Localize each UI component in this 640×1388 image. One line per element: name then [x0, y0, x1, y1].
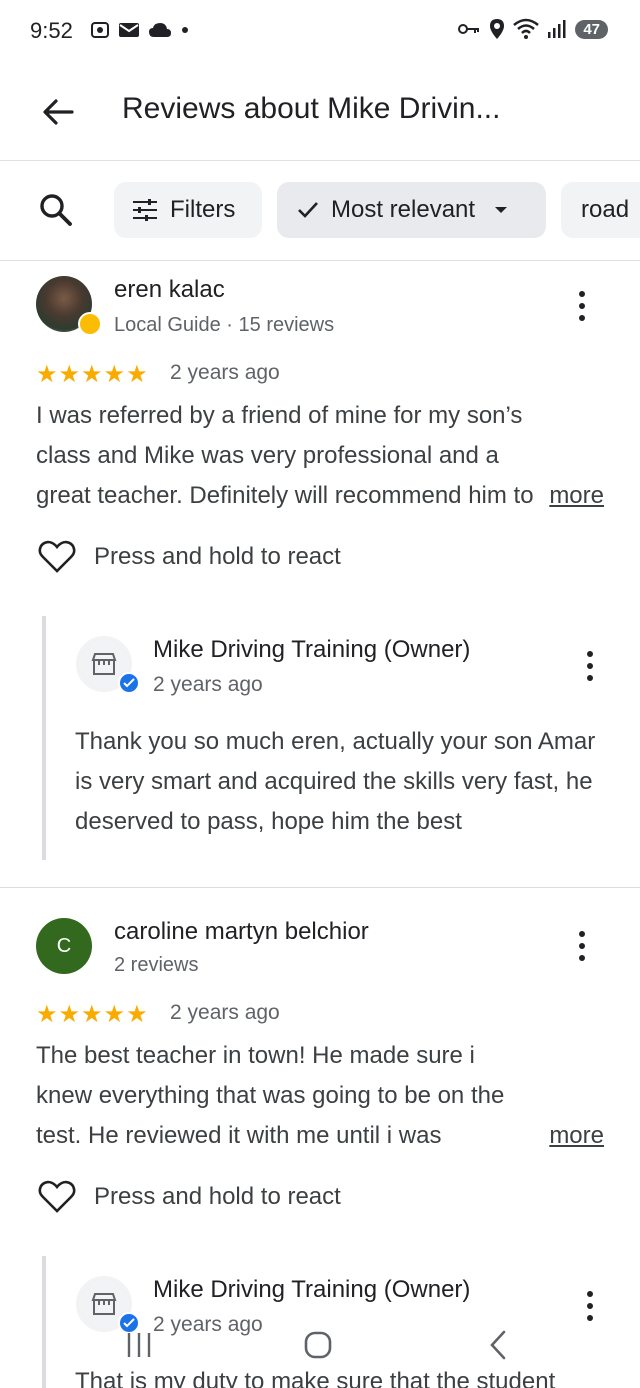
back-nav-icon[interactable] — [484, 1330, 514, 1360]
cloud-icon — [149, 23, 171, 37]
system-nav-bar — [0, 1318, 640, 1378]
react-label: Press and hold to react — [94, 543, 341, 570]
reviewer-meta: Local Guide · 15 reviews — [114, 314, 335, 336]
review-date: 2 years ago — [170, 1001, 280, 1024]
filter-row: Filters Most relevant road — [0, 162, 640, 261]
topic-label: road — [581, 196, 630, 223]
owner-reply-text: Thank you so much eren, actually your so… — [75, 728, 596, 835]
review-card: eren kalac Local Guide · 15 reviews ★★★★… — [0, 262, 640, 888]
battery-icon: 47 — [575, 19, 608, 39]
status-time: 9:52 — [30, 18, 73, 43]
heart-icon — [38, 540, 76, 573]
home-icon[interactable] — [303, 1330, 333, 1360]
back-arrow-icon[interactable] — [38, 92, 78, 132]
verified-icon — [118, 672, 140, 694]
review-card: C caroline martyn belchior 2 reviews ★★★… — [0, 888, 640, 1388]
react-button[interactable]: Press and hold to react — [38, 540, 341, 574]
filters-label: Filters — [170, 196, 236, 223]
star-rating: ★★★★★ — [36, 361, 149, 388]
search-icon[interactable] — [36, 190, 76, 230]
dot-icon — [182, 27, 188, 33]
owner-reply-bar — [42, 616, 46, 860]
review-text: The best teacher in town! He made sure i… — [36, 1042, 505, 1149]
reviewer-name[interactable]: eren kalac — [114, 276, 225, 304]
mail-icon — [119, 23, 139, 37]
more-link[interactable]: more — [549, 482, 604, 510]
reviewer-meta: 2 reviews — [114, 954, 199, 976]
signal-icon — [548, 20, 566, 38]
key-icon — [458, 24, 480, 34]
more-vert-icon[interactable] — [570, 286, 594, 326]
status-bar: 9:52 47 — [0, 0, 640, 64]
owner-reply-date: 2 years ago — [153, 673, 263, 696]
tune-icon — [133, 199, 157, 221]
storefront-icon — [91, 653, 117, 675]
chevron-down-icon — [495, 207, 508, 213]
screenshot-icon — [91, 22, 109, 38]
review-text: I was referred by a friend of mine for m… — [36, 402, 534, 509]
reviewer-name[interactable]: caroline martyn belchior — [114, 918, 369, 946]
more-vert-icon[interactable] — [570, 926, 594, 966]
more-link[interactable]: more — [549, 1122, 604, 1150]
location-icon — [490, 19, 505, 39]
owner-name: Mike Driving Training (Owner) — [153, 1276, 471, 1303]
react-button[interactable]: Press and hold to react — [38, 1180, 341, 1214]
storefront-icon — [91, 1293, 117, 1315]
app-header: Reviews about Mike Drivin... — [0, 64, 640, 161]
local-guide-badge-icon — [78, 312, 102, 336]
reviewer-avatar[interactable]: C — [36, 918, 92, 974]
sort-chip[interactable]: Most relevant — [277, 182, 546, 238]
page-title: Reviews about Mike Drivin... — [122, 92, 501, 125]
heart-icon — [38, 1180, 76, 1213]
check-icon — [298, 202, 318, 218]
sort-label: Most relevant — [331, 196, 476, 223]
wifi-icon — [513, 18, 540, 39]
topic-chip-road[interactable]: road — [561, 182, 640, 238]
react-label: Press and hold to react — [94, 1183, 341, 1210]
filters-chip[interactable]: Filters — [114, 182, 262, 238]
star-rating: ★★★★★ — [36, 1001, 149, 1028]
owner-name: Mike Driving Training (Owner) — [153, 636, 471, 663]
recent-apps-icon[interactable] — [124, 1330, 154, 1360]
owner-more-vert-icon[interactable] — [578, 646, 602, 686]
review-date: 2 years ago — [170, 361, 280, 384]
